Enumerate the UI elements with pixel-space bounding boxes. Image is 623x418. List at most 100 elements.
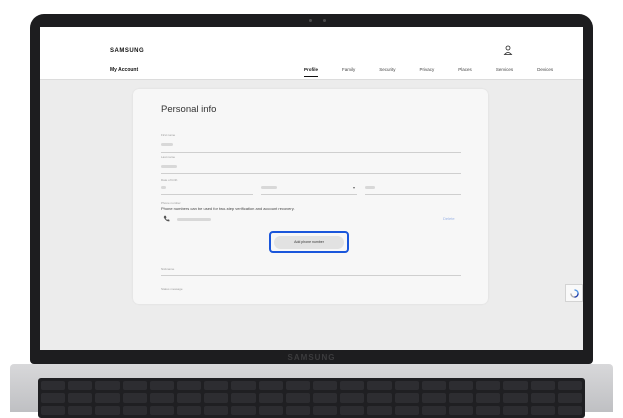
tab-profile[interactable]: Profile (304, 67, 319, 77)
keyboard-key (258, 381, 283, 391)
nickname-input[interactable] (161, 275, 461, 276)
dob-month-value (261, 186, 277, 189)
keyboard-key (313, 405, 338, 415)
keyboard-key (530, 405, 555, 415)
keyboard-key (476, 393, 501, 403)
tab-devices[interactable]: Devices (537, 67, 553, 77)
laptop-base (10, 364, 613, 418)
keyboard-key (313, 393, 338, 403)
keyboard-key (177, 381, 202, 391)
keyboard-key (41, 405, 66, 415)
dob-year-input[interactable] (365, 194, 461, 195)
keyboard-key (41, 381, 66, 391)
chevron-down-icon[interactable]: ▾ (353, 185, 355, 190)
keyboard-key (122, 381, 147, 391)
keyboard-key (68, 393, 93, 403)
dob-month-select[interactable] (261, 194, 357, 195)
card-title: Personal info (161, 104, 217, 115)
dob-year-value (365, 186, 375, 189)
keyboard-key (149, 405, 174, 415)
keyboard-key (68, 405, 93, 415)
keyboard-key (285, 381, 310, 391)
keyboard-key (285, 393, 310, 403)
keyboard-key (204, 393, 229, 403)
phone-description: Phone numbers can be used for two-step v… (161, 206, 295, 211)
keyboard-key (503, 381, 528, 391)
keyboard-key (394, 393, 419, 403)
keyboard-key (503, 393, 528, 403)
camera-dot (309, 19, 312, 22)
keyboard-key (449, 393, 474, 403)
recaptcha-icon (569, 288, 579, 298)
tab-places[interactable]: Places (458, 67, 472, 77)
keyboard-key (530, 381, 555, 391)
keyboard-key (557, 381, 582, 391)
add-phone-button[interactable]: Add phone number (274, 235, 344, 249)
keyboard-key (177, 393, 202, 403)
keyboard-key (95, 393, 120, 403)
keyboard-key (122, 405, 147, 415)
dob-day-input[interactable] (161, 194, 253, 195)
last-name-input[interactable] (161, 173, 461, 174)
my-account-title: My Account (110, 67, 139, 73)
keyboard-key (367, 405, 392, 415)
last-name-label: Last name (161, 155, 176, 159)
first-name-label: First name (161, 133, 176, 137)
keyboard-key (421, 405, 446, 415)
keyboard-key (449, 381, 474, 391)
keyboard-key (204, 405, 229, 415)
keyboard-key (340, 381, 365, 391)
tab-services[interactable]: Services (496, 67, 513, 77)
nickname-label: Nickname (161, 267, 175, 271)
samsung-logo[interactable]: SAMSUNG (110, 48, 144, 54)
keyboard-key (177, 405, 202, 415)
keyboard-key (95, 405, 120, 415)
tab-family[interactable]: Family (342, 67, 355, 77)
keyboard-key (476, 405, 501, 415)
dob-day-value (161, 186, 166, 189)
keyboard-key (421, 393, 446, 403)
keyboard-key (231, 405, 256, 415)
laptop-screen: SAMSUNG My Account Profile Family Securi… (40, 27, 583, 350)
status-message-label: Status message (161, 287, 183, 291)
sensor-dot (323, 19, 326, 22)
app-header: SAMSUNG My Account Profile Family Securi… (40, 27, 583, 80)
keyboard-key (258, 405, 283, 415)
keyboard-key (503, 405, 528, 415)
keyboard-key (557, 393, 582, 403)
phone-label: Phone number (161, 201, 181, 205)
add-phone-highlight: Add phone number (269, 231, 349, 253)
account-tabs: Profile Family Security Privacy Places S… (304, 67, 577, 77)
keyboard-key (421, 381, 446, 391)
phone-number-value (177, 218, 211, 221)
first-name-input[interactable] (161, 152, 461, 153)
tab-security[interactable]: Security (379, 67, 395, 77)
keyboard-key (231, 381, 256, 391)
keyboard-key (68, 381, 93, 391)
tab-privacy[interactable]: Privacy (420, 67, 435, 77)
keyboard-key (313, 381, 338, 391)
user-icon[interactable] (503, 45, 513, 55)
keyboard-key (95, 381, 120, 391)
keyboard-key (340, 405, 365, 415)
dob-label: Date of birth (161, 178, 178, 182)
personal-info-card: Personal info First name Last name Date … (133, 89, 488, 304)
keyboard-key (149, 393, 174, 403)
keyboard-key (394, 405, 419, 415)
keyboard-key (258, 393, 283, 403)
keyboard-key (204, 381, 229, 391)
keyboard (38, 378, 585, 418)
first-name-value (161, 143, 173, 146)
keyboard-key (340, 393, 365, 403)
keyboard-key (476, 381, 501, 391)
laptop-lid: SAMSUNG My Account Profile Family Securi… (30, 14, 593, 364)
keyboard-key (122, 393, 147, 403)
keyboard-key (149, 381, 174, 391)
laptop-brand-label: SAMSUNG (287, 353, 336, 362)
phone-icon (163, 215, 170, 222)
recaptcha-badge[interactable] (565, 284, 583, 302)
keyboard-key (449, 405, 474, 415)
keyboard-key (530, 393, 555, 403)
delete-phone-link[interactable]: Delete (443, 216, 455, 221)
keyboard-key (394, 381, 419, 391)
